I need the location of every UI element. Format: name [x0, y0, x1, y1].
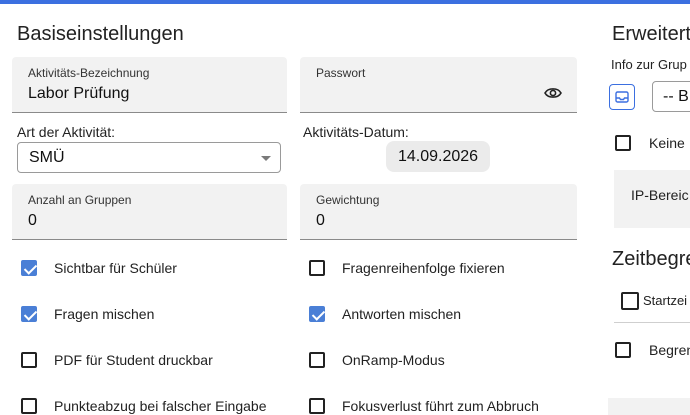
shuffle-answers-label: Antworten mischen	[342, 306, 462, 322]
start-time-checkbox[interactable]	[621, 292, 639, 310]
shuffle-questions-checkbox[interactable]	[21, 306, 37, 322]
focus-loss-abort-checkbox[interactable]	[309, 398, 325, 414]
group-info-select[interactable]: -- B	[652, 81, 690, 112]
limit-label: Begren	[649, 342, 690, 358]
group-info-label: Info zur Grup	[611, 57, 687, 72]
ip-range-label: IP-Bereic	[631, 187, 689, 203]
no-restriction-checkbox[interactable]	[615, 135, 631, 151]
basic-settings-heading: Basiseinstellungen	[17, 23, 184, 45]
weighting-value[interactable]: 0	[316, 212, 325, 230]
bottom-panel	[608, 398, 690, 415]
onramp-mode-checkbox[interactable]	[309, 352, 325, 368]
no-restriction-label: Keine I	[649, 135, 690, 151]
visible-for-students-label: Sichtbar für Schüler	[54, 260, 177, 276]
advanced-settings-column: Erweitert Info zur Grup -- B Keine I IP-…	[600, 0, 690, 415]
group-count-label: Anzahl an Gruppen	[28, 193, 132, 207]
activity-name-value[interactable]: Labor Prüfung	[28, 85, 129, 103]
group-count-field[interactable]: Anzahl an Gruppen 0	[12, 184, 287, 240]
pdf-printable-label: PDF für Student druckbar	[54, 352, 213, 368]
top-accent-bar	[0, 0, 690, 4]
password-field[interactable]: Passwort	[300, 57, 577, 113]
activity-type-select[interactable]: SMÜ	[17, 142, 281, 173]
advanced-heading: Erweitert	[612, 23, 690, 45]
penalty-wrong-input-checkbox[interactable]	[21, 398, 37, 414]
penalty-wrong-input-label: Punkteabzug bei falscher Eingabe	[54, 398, 267, 414]
activity-type-value: SMÜ	[29, 149, 65, 166]
group-count-value[interactable]: 0	[28, 212, 37, 230]
ip-range-panel: IP-Bereic	[614, 170, 690, 228]
activity-name-label: Aktivitäts-Bezeichnung	[28, 66, 150, 80]
activity-name-field[interactable]: Aktivitäts-Bezeichnung Labor Prüfung	[12, 57, 287, 113]
pdf-printable-checkbox[interactable]	[21, 352, 37, 368]
password-label: Passwort	[316, 66, 366, 80]
eye-icon[interactable]	[544, 86, 562, 100]
weighting-field[interactable]: Gewichtung 0	[300, 184, 577, 240]
activity-type-label: Art der Aktivität:	[17, 124, 116, 140]
fix-question-order-checkbox[interactable]	[309, 260, 325, 276]
inbox-icon	[615, 91, 629, 103]
divider	[614, 322, 690, 323]
onramp-mode-label: OnRamp-Modus	[342, 352, 445, 368]
activity-date-value[interactable]: 14.09.2026	[386, 141, 490, 172]
shuffle-questions-label: Fragen mischen	[54, 306, 155, 322]
shuffle-answers-checkbox[interactable]	[309, 306, 325, 322]
time-limit-heading: Zeitbegre	[612, 248, 690, 270]
group-info-button[interactable]	[609, 84, 635, 110]
limit-checkbox[interactable]	[615, 342, 631, 358]
start-time-label: Startzei	[643, 293, 688, 308]
chevron-down-icon	[261, 156, 271, 161]
activity-date-label: Aktivitäts-Datum:	[303, 124, 409, 140]
weighting-label: Gewichtung	[316, 193, 380, 207]
group-info-select-value: -- B	[663, 88, 689, 105]
visible-for-students-checkbox[interactable]	[21, 260, 37, 276]
focus-loss-abort-label: Fokusverlust führt zum Abbruch	[342, 398, 539, 414]
fix-question-order-label: Fragenreihenfolge fixieren	[342, 260, 505, 276]
